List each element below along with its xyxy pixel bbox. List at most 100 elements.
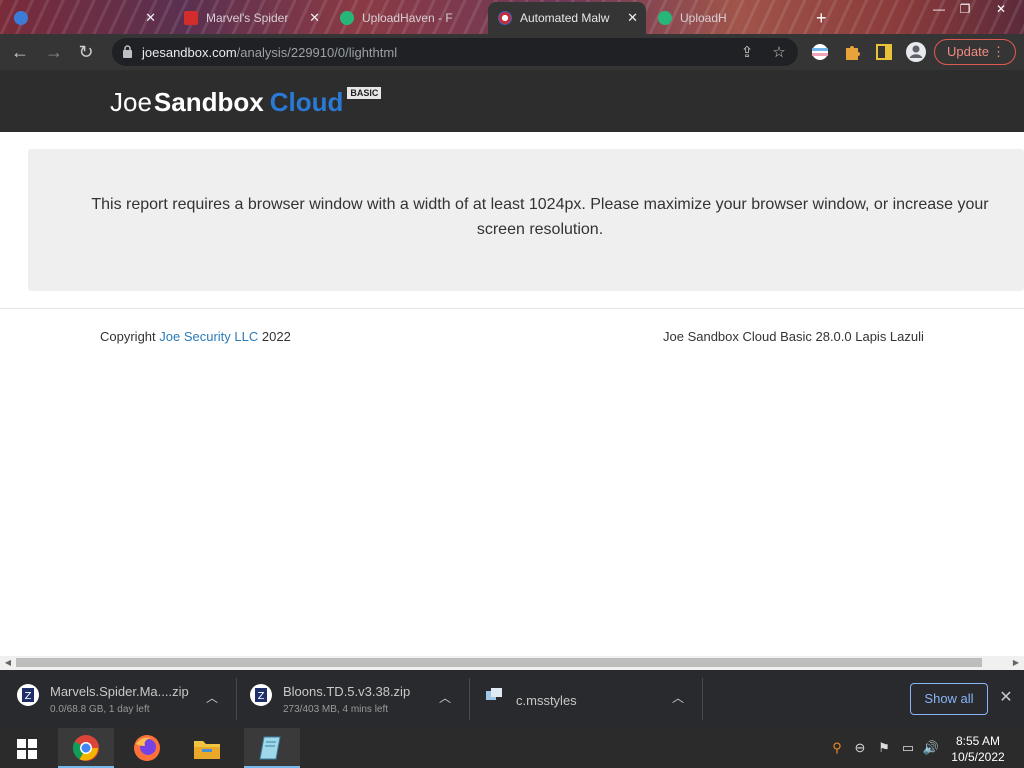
close-shelf-icon[interactable]: ✕	[998, 688, 1014, 708]
download-2-name: Bloons.TD.5.v3.38.zip	[283, 684, 411, 699]
tab-1-close-icon[interactable]: ✕	[145, 10, 156, 26]
back-arrow-icon[interactable]: ←	[8, 40, 32, 64]
show-all-button[interactable]: Show all	[910, 683, 988, 715]
tab-3-favicon-icon	[340, 11, 354, 25]
tab-4-close-icon[interactable]: ✕	[627, 10, 638, 26]
notepad-icon	[259, 736, 281, 760]
side-panel-icon[interactable]	[874, 42, 894, 62]
tab-3-label: UploadHaven - F	[362, 11, 453, 25]
footer-divider	[0, 308, 1024, 309]
update-button[interactable]: Update ⋮	[934, 39, 1016, 65]
horizontal-scrollbar[interactable]: ◀ ▶	[0, 656, 1024, 670]
download-2-status: 273/403 MB, 4 mins left	[283, 704, 389, 715]
extensions-puzzle-icon[interactable]	[842, 42, 862, 62]
download-separator	[469, 678, 470, 720]
footer-version: Joe Sandbox Cloud Basic 28.0.0 Lapis Laz…	[663, 329, 924, 344]
download-1-status: 0.0/68.8 GB, 1 day left	[50, 704, 150, 715]
scrollbar-thumb[interactable]	[16, 658, 982, 667]
taskbar-firefox[interactable]	[120, 728, 176, 768]
start-button[interactable]	[0, 728, 56, 768]
lock-icon	[123, 45, 132, 58]
new-tab-button[interactable]: +	[816, 2, 840, 34]
tab-2-close-icon[interactable]: ✕	[309, 10, 320, 26]
stop-icon[interactable]: ⊖	[851, 740, 869, 756]
taskbar-chrome[interactable]	[58, 728, 114, 768]
url-domain: joesandbox.com	[142, 45, 237, 60]
logo-sandbox: Sandbox	[153, 87, 264, 117]
network-icon[interactable]: ▭	[899, 740, 917, 756]
taskbar-file-explorer[interactable]	[180, 728, 236, 768]
update-label: Update	[947, 44, 989, 59]
windows-logo-icon	[17, 739, 37, 759]
logo-joe: Joe	[110, 87, 152, 117]
svg-text:Z: Z	[258, 691, 265, 702]
tab-2-label: Marvel's Spider	[206, 11, 289, 25]
minimize-icon[interactable]: —	[926, 0, 952, 18]
logo-basic-badge: BASIC	[347, 87, 382, 99]
download-item-1[interactable]: Z Marvels.Spider.Ma....zip 0.0/68.8 GB, …	[16, 677, 226, 721]
tab-1[interactable]: ✕	[14, 2, 164, 34]
tab-4-active[interactable]: Automated Malw ✕	[488, 2, 646, 34]
chevron-up-icon[interactable]: ︿	[204, 689, 220, 705]
download-item-2[interactable]: Z Bloons.TD.5.v3.38.zip 273/403 MB, 4 mi…	[249, 677, 459, 721]
site-header: Joe Sandbox Cloud BASIC	[0, 70, 1024, 132]
volume-icon[interactable]: 🔊	[922, 740, 940, 756]
tab-2-favicon-icon	[184, 11, 198, 25]
url-text: joesandbox.com/analysis/229910/0/lightht…	[142, 45, 397, 60]
tab-5[interactable]: UploadH	[652, 2, 802, 34]
profile-avatar-icon[interactable]	[905, 41, 927, 63]
chrome-icon	[72, 735, 99, 761]
share-icon[interactable]: ⇪	[738, 44, 756, 62]
msstyles-file-icon	[486, 688, 502, 700]
zip-file-icon: Z	[250, 684, 272, 706]
search-magnifier-icon[interactable]: ⚲	[828, 740, 846, 756]
url-path: /analysis/229910/0/lighthtml	[236, 45, 398, 60]
scroll-right-icon[interactable]: ▶	[1011, 658, 1021, 668]
download-shelf: Z Marvels.Spider.Ma....zip 0.0/68.8 GB, …	[0, 670, 1024, 728]
bookmark-star-icon[interactable]: ☆	[770, 44, 788, 62]
logo-cloud: Cloud	[269, 87, 344, 117]
screen: ✕ Marvel's Spider ✕ UploadHaven - F Auto…	[0, 0, 1024, 768]
tab-5-favicon-icon	[658, 11, 672, 25]
chevron-up-icon[interactable]: ︿	[670, 689, 686, 705]
resolution-notice: This report requires a browser window wi…	[28, 149, 1024, 291]
copyright-year: 2022	[261, 329, 291, 344]
joe-sandbox-logo[interactable]: Joe Sandbox Cloud BASIC	[110, 84, 382, 118]
windows-taskbar: ⚲ ⊖ ⚑ ▭ 🔊 8:55 AM 10/5/2022	[0, 728, 1024, 768]
scroll-left-icon[interactable]: ◀	[3, 658, 13, 668]
menu-dots-icon: ⋮	[992, 44, 1005, 59]
forward-arrow-icon[interactable]: →	[42, 40, 66, 64]
footer-copyright: Copyright Joe Security LLC 2022	[100, 329, 291, 344]
tab-2[interactable]: Marvel's Spider ✕	[178, 2, 328, 34]
clock-date: 10/5/2022	[951, 750, 1005, 764]
download-item-3[interactable]: c.msstyles ︿	[482, 677, 692, 721]
download-separator	[702, 678, 703, 720]
svg-text:Z: Z	[25, 691, 32, 702]
folder-icon	[194, 741, 220, 759]
taskbar-clock[interactable]: 8:55 AM 10/5/2022	[946, 733, 1010, 765]
firefox-icon	[134, 735, 160, 761]
tab-4-favicon-icon	[498, 11, 512, 25]
download-3-name: c.msstyles	[516, 693, 577, 708]
reload-icon[interactable]: ↻	[74, 40, 98, 64]
tab-strip: ✕ Marvel's Spider ✕ UploadHaven - F Auto…	[0, 0, 1024, 34]
tab-1-favicon-icon	[14, 11, 28, 25]
clock-time: 8:55 AM	[955, 734, 1001, 748]
browser-toolbar: ← → ↻ joesandbox.com/analysis/229910/0/l…	[0, 34, 1024, 70]
tab-4-label: Automated Malw	[520, 11, 610, 25]
action-center-flag-icon[interactable]: ⚑	[875, 740, 893, 756]
maximize-icon[interactable]: ❐	[952, 0, 978, 18]
download-1-name: Marvels.Spider.Ma....zip	[50, 684, 189, 699]
tab-5-label: UploadH	[680, 11, 727, 25]
copyright-prefix: Copyright	[100, 329, 156, 344]
address-bar[interactable]: joesandbox.com/analysis/229910/0/lightht…	[112, 38, 798, 66]
company-link[interactable]: Joe Security LLC	[159, 329, 258, 344]
chevron-up-icon[interactable]: ︿	[437, 689, 453, 705]
taskbar-notepad[interactable]	[244, 728, 300, 768]
flag-extension-icon[interactable]	[810, 42, 830, 62]
notice-text: This report requires a browser window wi…	[91, 196, 989, 238]
zip-file-icon: Z	[17, 684, 39, 706]
close-window-icon[interactable]: ✕	[988, 0, 1014, 18]
tab-3[interactable]: UploadHaven - F	[334, 2, 484, 34]
download-separator	[236, 678, 237, 720]
